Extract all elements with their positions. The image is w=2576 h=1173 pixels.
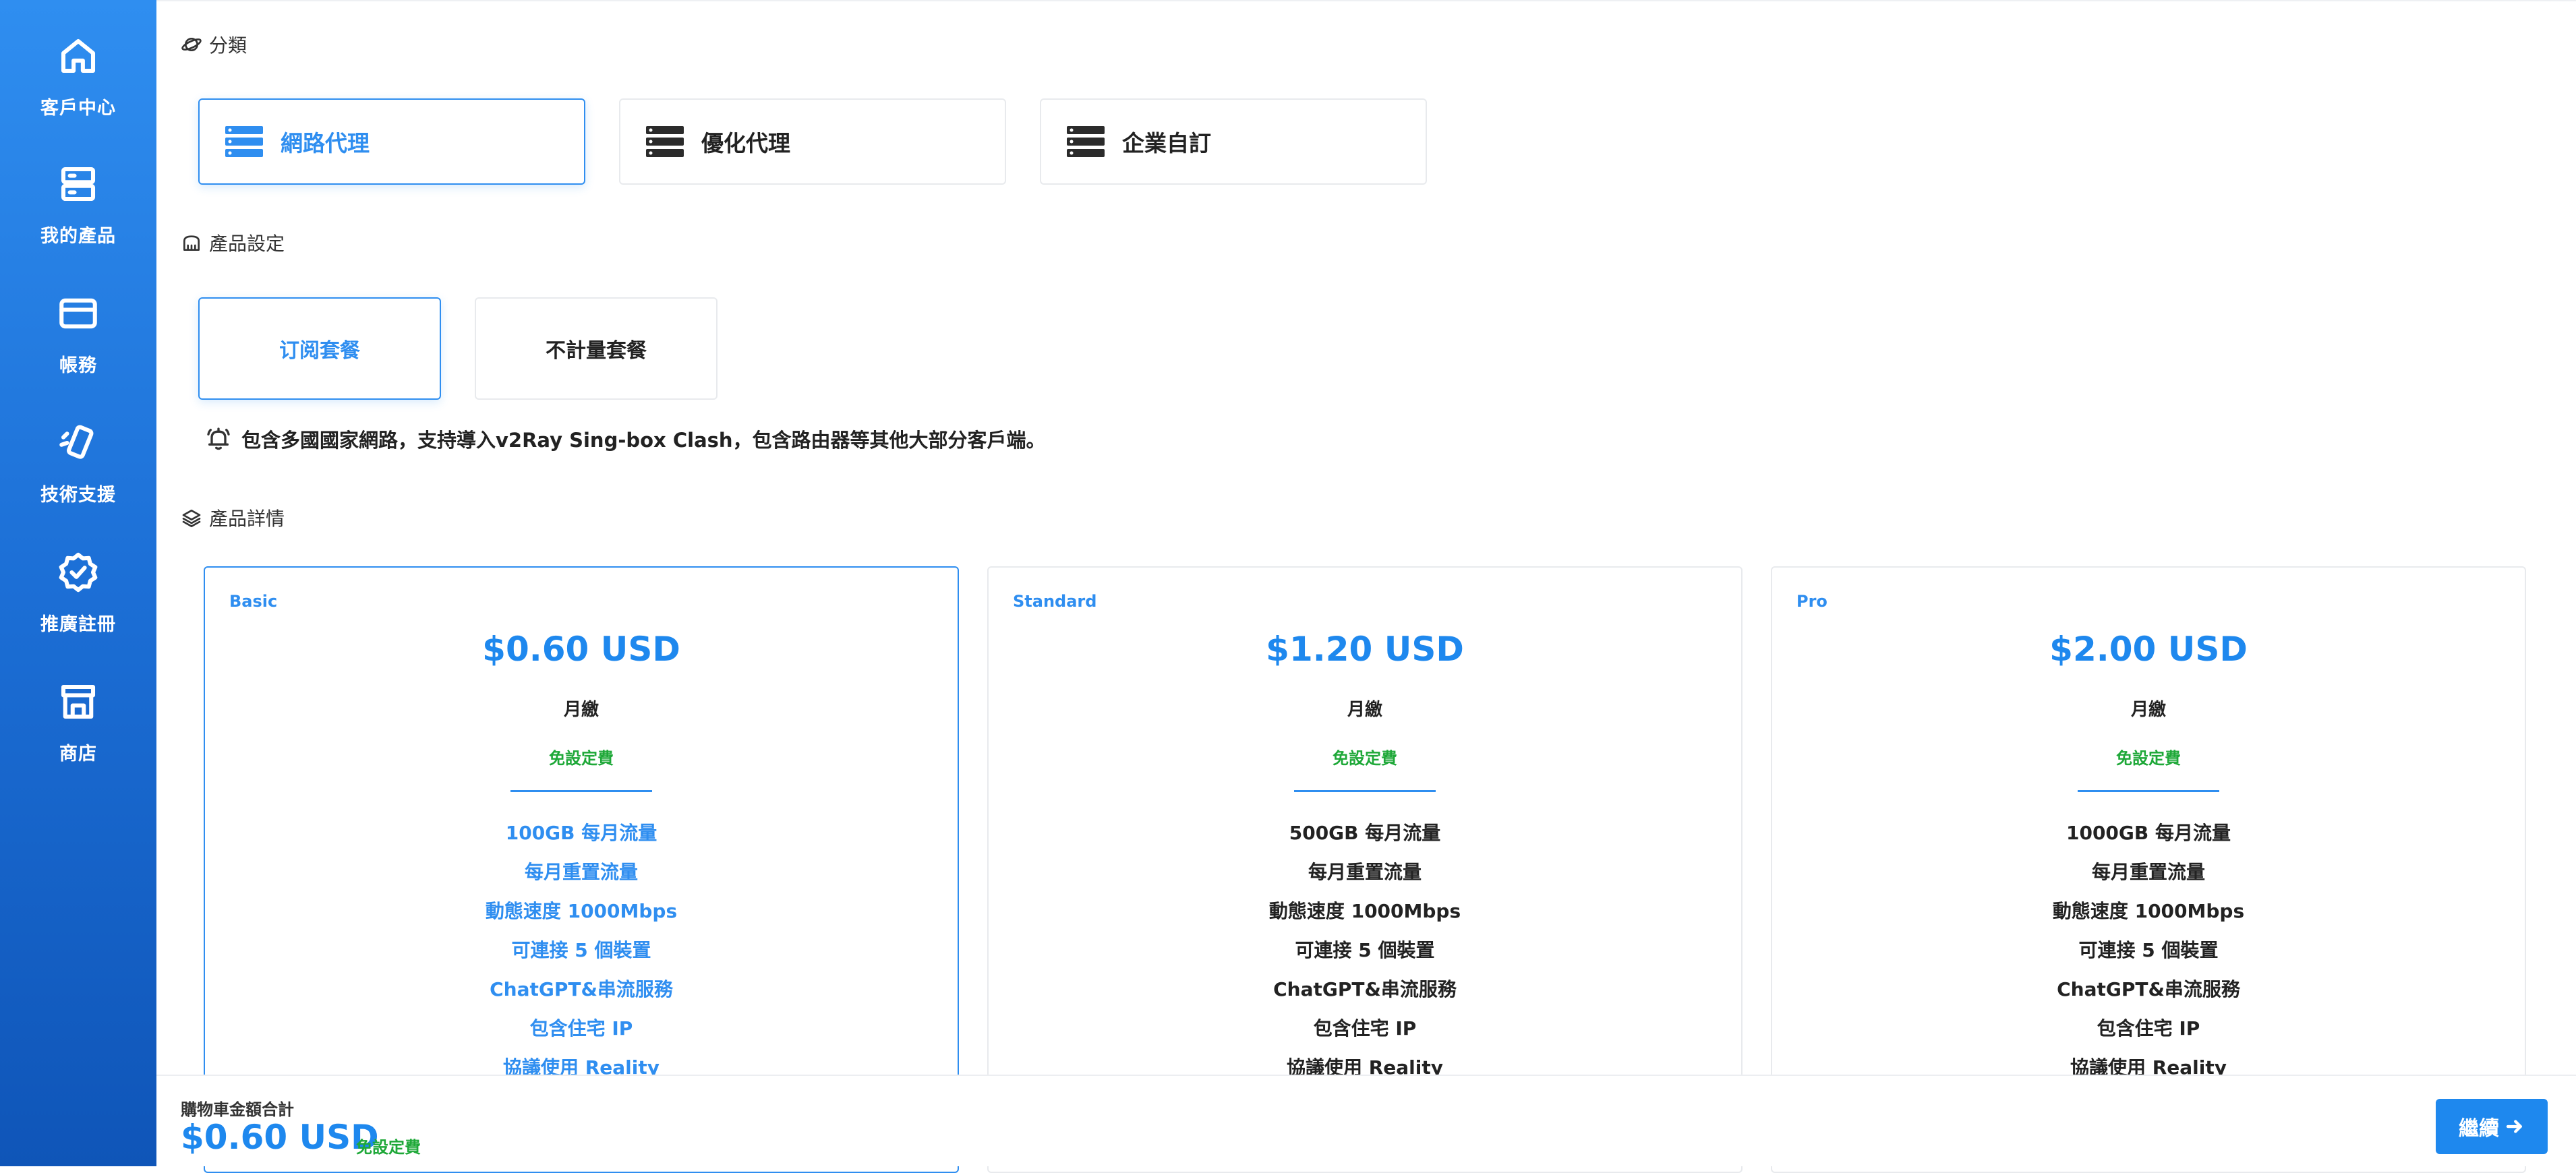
- plan-feature: 每月重置流量: [1308, 861, 1422, 883]
- nav-item-billing[interactable]: 帳務: [0, 258, 156, 386]
- continue-label: 繼續: [2459, 1117, 2499, 1141]
- product-notice: 包含多國國家網路，支持導入v2Ray Sing-box Clash，包含路由器等…: [205, 425, 1046, 453]
- nav-item-store[interactable]: 商店: [0, 646, 156, 774]
- plan-feature: 1000GB 每月流量: [2066, 822, 2231, 844]
- plan-feature: 每月重置流量: [2091, 861, 2205, 883]
- plan-tier: Standard: [1013, 592, 1097, 611]
- server-stack-icon: [1067, 126, 1105, 157]
- support-icon: [59, 425, 94, 459]
- plan-features: 100GB 每月流量 每月重置流量 動態速度 1000Mbps 可連接 5 個裝…: [205, 818, 958, 1092]
- plan-type-unmetered[interactable]: 不計量套餐: [475, 297, 718, 400]
- plan-feature: 包含住宅 IP: [2097, 1017, 2200, 1040]
- nav-label: 商店: [59, 744, 97, 764]
- nav-label: 客戶中心: [40, 98, 116, 119]
- nav-label: 帳務: [59, 355, 97, 376]
- plan-setup-fee: 免設定費: [2116, 749, 2181, 768]
- plan-feature: 每月重置流量: [524, 861, 638, 883]
- plan-price: $2.00 USD: [2049, 630, 2248, 669]
- plan-feature: ChatGPT&串流服務: [490, 978, 673, 1000]
- store-icon: [61, 684, 96, 719]
- section-title-product-settings: 產品設定: [181, 229, 285, 256]
- plan-feature: ChatGPT&串流服務: [2057, 978, 2240, 1000]
- plan-price: $1.20 USD: [1266, 630, 1464, 669]
- plan-type-label: 不計量套餐: [546, 339, 647, 363]
- plan-feature: 包含住宅 IP: [1313, 1017, 1417, 1040]
- bell-icon: [207, 427, 230, 450]
- plan-feature: 100GB 每月流量: [505, 822, 657, 844]
- cart-total-price: $0.60 USD: [181, 1118, 379, 1157]
- section-title-categories: 分類: [181, 31, 247, 58]
- layers-icon: [182, 510, 201, 527]
- category-card-optimized-proxy[interactable]: 優化代理: [619, 98, 1006, 185]
- plan-features: 1000GB 每月流量 每月重置流量 動態速度 1000Mbps 可連接 5 個…: [1772, 818, 2525, 1092]
- plan-tier: Pro: [1796, 592, 1827, 611]
- plan-type-subscription[interactable]: 订阅套餐: [198, 297, 441, 400]
- plan-setup-fee: 免設定費: [549, 749, 614, 768]
- plan-feature: 可連接 5 個裝置: [511, 939, 651, 961]
- nav-item-my-products[interactable]: 我的產品: [0, 128, 156, 256]
- plan-feature: 動態速度 1000Mbps: [485, 900, 678, 922]
- arrow-right-icon: [2506, 1120, 2522, 1133]
- server-stack-icon: [646, 126, 684, 157]
- cart-total-label: 購物車金額合計: [181, 1100, 294, 1119]
- plan-price: $0.60 USD: [482, 630, 680, 669]
- home-icon: [61, 38, 96, 73]
- plan-feature: 包含住宅 IP: [529, 1017, 633, 1040]
- category-label: 優化代理: [701, 130, 790, 156]
- router-icon: [183, 235, 200, 251]
- section-title-text: 產品設定: [209, 233, 285, 255]
- sidebar: 客戶中心 我的產品 帳務 技術支援 推廣註冊 商店: [0, 0, 156, 1166]
- server-icon: [61, 167, 96, 202]
- section-title-text: 分類: [209, 34, 247, 57]
- badge-check-icon: [59, 552, 98, 593]
- plan-cycle: 月繳: [1347, 700, 1382, 720]
- plan-divider: [2078, 790, 2219, 792]
- section-title-product-details: 產品詳情: [181, 504, 285, 531]
- nav-item-support[interactable]: 技術支援: [0, 387, 156, 515]
- nav-label: 我的產品: [40, 226, 116, 247]
- plan-feature: 500GB 每月流量: [1289, 822, 1441, 844]
- cart-footer: 購物車金額合計 $0.60 USD 免設定費 繼續: [156, 1075, 2576, 1166]
- plan-feature: ChatGPT&串流服務: [1273, 978, 1457, 1000]
- main-content: 分類 網路代理 優化代理 企業自訂 產品設定 订阅套餐 不計量套餐 包含多國國家…: [156, 0, 2576, 1173]
- plan-tier: Basic: [229, 592, 278, 611]
- plan-divider: [1294, 790, 1436, 792]
- notice-text: 包含多國國家網路，支持導入v2Ray Sing-box Clash，包含路由器等…: [241, 429, 1046, 452]
- nav-item-referral[interactable]: 推廣註冊: [0, 516, 156, 644]
- nav-item-client-center[interactable]: 客戶中心: [0, 0, 156, 128]
- plan-feature: 動態速度 1000Mbps: [2052, 900, 2245, 922]
- credit-card-icon: [59, 298, 97, 329]
- plan-cycle: 月繳: [2130, 700, 2166, 720]
- section-title-text: 產品詳情: [209, 508, 285, 530]
- plan-divider: [510, 790, 652, 792]
- plan-setup-fee: 免設定費: [1333, 749, 1397, 768]
- nav-label: 技術支援: [40, 485, 116, 506]
- planet-icon: [181, 38, 202, 51]
- nav-label: 推廣註冊: [40, 614, 116, 635]
- plan-feature: 動態速度 1000Mbps: [1268, 900, 1461, 922]
- plan-type-label: 订阅套餐: [279, 339, 360, 363]
- cart-setup-fee: 免設定費: [356, 1138, 421, 1157]
- category-label: 企業自訂: [1122, 130, 1211, 156]
- plan-cycle: 月繳: [563, 700, 599, 720]
- category-label: 網路代理: [281, 130, 370, 156]
- plan-features: 500GB 每月流量 每月重置流量 動態速度 1000Mbps 可連接 5 個裝…: [989, 818, 1741, 1092]
- server-stack-icon: [225, 126, 263, 157]
- plan-feature: 可連接 5 個裝置: [2078, 939, 2219, 961]
- category-card-enterprise-custom[interactable]: 企業自訂: [1040, 98, 1427, 185]
- category-card-network-proxy[interactable]: 網路代理: [198, 98, 585, 185]
- continue-button[interactable]: 繼續: [2436, 1099, 2548, 1154]
- plan-feature: 可連接 5 個裝置: [1295, 939, 1435, 961]
